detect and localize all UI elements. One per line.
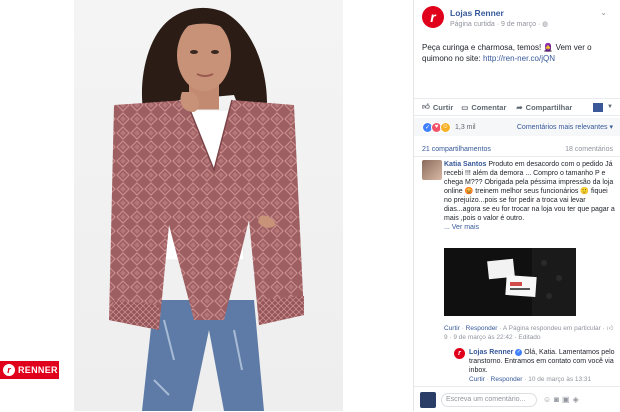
model-illustration xyxy=(109,7,304,411)
shares-count[interactable]: 21 compartilhamentos xyxy=(422,146,491,153)
shares-row: 21 compartilhamentos 18 comentários xyxy=(414,142,620,157)
identity-selector-avatar[interactable] xyxy=(593,102,604,112)
share-icon: ➦ xyxy=(516,102,523,112)
share-button[interactable]: ➦ Compartilhar xyxy=(516,103,572,112)
page-name[interactable]: Lojas Renner xyxy=(450,8,504,18)
comment-icon: ▭ xyxy=(461,102,469,112)
reply-author-name[interactable]: Lojas Renner xyxy=(469,349,513,356)
reply-reply-link[interactable]: Responder xyxy=(491,376,523,383)
comments-count[interactable]: 18 comentários xyxy=(565,146,613,153)
haha-reaction-icon: ☺ xyxy=(440,121,451,133)
post-header: r Lojas Renner Página curtida · 9 de mar… xyxy=(422,6,617,32)
caret-down-icon[interactable]: ▼ xyxy=(607,104,613,110)
camera-icon[interactable]: ◙ xyxy=(554,395,559,404)
comment-input[interactable]: Escreva um comentário... xyxy=(441,392,537,407)
post-panel: r Lojas Renner Página curtida · 9 de mar… xyxy=(413,0,620,412)
globe-icon: ◍ xyxy=(542,21,549,28)
see-more-link[interactable]: ... Ver mais xyxy=(444,224,479,231)
comment-sort-dropdown[interactable]: Comentários mais relevantes ▾ xyxy=(517,123,613,131)
post-link[interactable]: http://ren-ner.co/jQN xyxy=(483,54,555,63)
reply-body: Lojas Renner ✓ Olá, Katia. Lamentamos pe… xyxy=(469,348,619,375)
comment-button[interactable]: ▭ Comentar xyxy=(461,103,506,112)
comment-body: Katia Santos Produto em desacordo com o … xyxy=(444,160,616,232)
thumbs-up-icon: 👍︎ xyxy=(422,102,430,111)
renner-badge: r RENNER xyxy=(0,361,59,379)
package-label-image xyxy=(444,248,576,316)
commenter-name[interactable]: Katia Santos xyxy=(444,161,486,168)
sticker-icon[interactable]: ◈ xyxy=(573,395,579,404)
comment-reply-link[interactable]: Responder xyxy=(466,325,498,332)
post-meta: Página curtida · 9 de março · ◍ xyxy=(450,21,549,28)
comment-composer: Escreva um comentário... ☺ ◙ ▣ ◈ xyxy=(414,386,620,412)
reply-actions: Curtir · Responder · 10 de março às 13:3… xyxy=(469,376,592,383)
comment-actions: Curtir · Responder · A Página respondeu … xyxy=(444,325,614,341)
photo-viewer: r RENNER xyxy=(0,0,413,411)
page-avatar[interactable]: r xyxy=(422,6,444,28)
renner-r-logo-icon: r xyxy=(3,364,15,376)
reaction-count[interactable]: 1,3 mil xyxy=(455,124,476,131)
reply-author-avatar[interactable]: r xyxy=(454,348,465,359)
face xyxy=(177,19,231,91)
composer-icons: ☺ ◙ ▣ ◈ xyxy=(543,395,579,404)
post-text: Peça curinga e charmosa, temos! 🧕 Vem ve… xyxy=(422,43,592,63)
badge-text: RENNER xyxy=(18,365,58,375)
post-actions: 👍︎ Curtir ▭ Comentar ➦ Compartilhar ▼ xyxy=(414,98,620,116)
comment-attachment-photo[interactable] xyxy=(444,248,576,316)
reactions-row: ✓ ♥ ☺ 1,3 mil Comentários mais relevante… xyxy=(414,118,620,136)
comment-text: Produto em desacordo com o pedido Já rec… xyxy=(444,161,615,222)
like-button[interactable]: 👍︎ Curtir xyxy=(422,102,453,112)
comment-like-icon: 👍︎ xyxy=(606,325,614,332)
comment-like-link[interactable]: Curtir xyxy=(444,325,460,332)
reply-like-link[interactable]: Curtir xyxy=(469,376,485,383)
commenter-avatar[interactable] xyxy=(422,160,442,180)
chevron-down-icon[interactable]: ⌄ xyxy=(600,8,607,17)
gif-icon[interactable]: ▣ xyxy=(562,395,570,404)
emoji-icon[interactable]: ☺ xyxy=(543,395,551,404)
current-user-avatar xyxy=(420,391,436,408)
product-photo[interactable] xyxy=(74,0,343,411)
